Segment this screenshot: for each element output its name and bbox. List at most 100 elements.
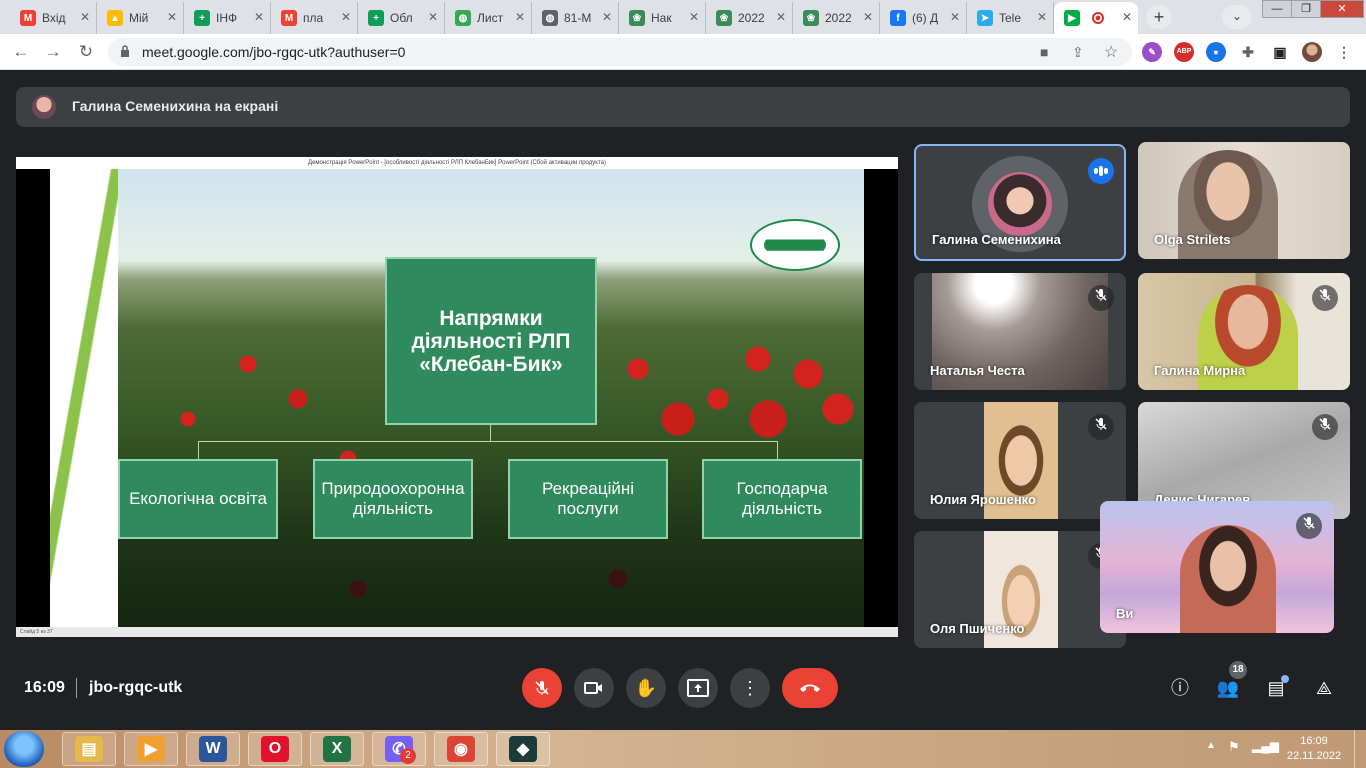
self-view-tile[interactable]: Ви <box>1100 501 1334 633</box>
leave-call-button[interactable] <box>782 668 838 708</box>
more-options-button[interactable]: ⋮ <box>730 668 770 708</box>
close-tab-icon[interactable]: ✕ <box>428 10 438 24</box>
camera-blocked-icon[interactable]: ■ <box>1040 44 1048 60</box>
close-tab-icon[interactable]: ✕ <box>1122 10 1132 24</box>
slide-box-ecology: Екологічна освіта <box>118 459 278 539</box>
taskbar-app-opera[interactable]: O <box>248 732 302 766</box>
new-tab-button[interactable]: + <box>1146 5 1172 29</box>
participant-photo <box>988 172 1052 236</box>
muted-mic-icon <box>1088 285 1114 311</box>
mic-toggle-button[interactable] <box>522 668 562 708</box>
pen-extension-icon[interactable]: ✎ <box>1142 42 1162 62</box>
close-tab-icon[interactable]: ✕ <box>515 10 525 24</box>
participant-tile[interactable]: Юлия Ярошенко <box>914 402 1126 519</box>
side-panel-icon[interactable]: ▣ <box>1270 42 1290 62</box>
camera-toggle-button[interactable] <box>574 668 614 708</box>
url-text[interactable]: meet.google.com/jbo-rgqc-utk?authuser=0 <box>142 44 405 60</box>
close-tab-icon[interactable]: ✕ <box>80 10 90 24</box>
adblock-extension-icon[interactable]: ABP <box>1174 42 1194 62</box>
browser-tab[interactable]: ❀ Нак ✕ <box>619 2 706 34</box>
taskbar-app-viber[interactable]: ✆ <box>372 732 426 766</box>
close-tab-icon[interactable]: ✕ <box>167 10 177 24</box>
tab-label: 2022 <box>825 11 852 25</box>
participant-tile[interactable]: Галина Семенихина <box>914 144 1126 261</box>
minimize-button[interactable]: — <box>1262 0 1292 18</box>
taskbar-app-chrome[interactable]: ◉ <box>434 732 488 766</box>
close-tab-icon[interactable]: ✕ <box>254 10 264 24</box>
muted-mic-icon <box>1312 285 1338 311</box>
close-tab-icon[interactable]: ✕ <box>341 10 351 24</box>
slide-box-economy: Господарча діяльність <box>702 459 862 539</box>
powerpoint-status-bar: Слайд 5 из 37 <box>16 627 898 637</box>
taskbar-app-excel[interactable]: X <box>310 732 364 766</box>
meeting-info-button[interactable]: ⓘ <box>1166 674 1194 702</box>
lock-icon <box>121 45 129 57</box>
network-icon[interactable]: ▂▄▆ <box>1252 739 1279 753</box>
browser-tab[interactable]: ➤ Tele ✕ <box>967 2 1054 34</box>
browser-tab[interactable]: ◍ 81-М ✕ <box>532 2 619 34</box>
forward-arrow-icon[interactable]: → <box>42 41 64 63</box>
close-tab-icon[interactable]: ✕ <box>689 10 699 24</box>
browser-tab[interactable]: M Вхід ✕ <box>10 2 97 34</box>
restore-button[interactable]: ❐ <box>1291 0 1321 18</box>
hand-icon: ✋ <box>634 678 658 698</box>
extensions-puzzle-icon[interactable]: ✚ <box>1238 42 1258 62</box>
share-icon[interactable]: ⇪ <box>1072 44 1084 61</box>
window-close-button[interactable]: ✕ <box>1320 0 1364 18</box>
browser-tab[interactable]: ▲ Мій ✕ <box>97 2 184 34</box>
tab-label: Лист <box>477 11 504 25</box>
tab-favicon: ▲ <box>107 10 123 26</box>
start-button[interactable] <box>4 731 44 767</box>
shared-screen[interactable]: Демонстрація PowerPoint - [особливості д… <box>16 157 898 637</box>
info-icon: ⓘ <box>1171 678 1189 698</box>
chrome-icon: ◉ <box>447 736 475 762</box>
tray-clock[interactable]: 16:09 22.11.2022 <box>1286 734 1342 764</box>
browser-tab[interactable]: ❀ 2022 ✕ <box>793 2 880 34</box>
show-desktop-button[interactable] <box>1354 730 1366 768</box>
flag-icon[interactable]: ⚑ <box>1228 739 1240 755</box>
activities-button[interactable]: ⟁ <box>1310 674 1338 702</box>
close-tab-icon[interactable]: ✕ <box>863 10 873 24</box>
people-count-badge: 18 <box>1229 661 1247 679</box>
speaking-indicator-icon <box>1088 158 1114 184</box>
close-tab-icon[interactable]: ✕ <box>1037 10 1047 24</box>
close-tab-icon[interactable]: ✕ <box>776 10 786 24</box>
present-button[interactable] <box>678 668 718 708</box>
tab-label: пла <box>303 11 324 25</box>
raise-hand-button[interactable]: ✋ <box>626 668 666 708</box>
participant-tile[interactable]: Наталья Честа <box>914 273 1126 390</box>
browser-tab[interactable]: ❀ 2022 ✕ <box>706 2 793 34</box>
slide-box-conservation: Природоохоронна діяльність <box>313 459 473 539</box>
present-screen-icon <box>687 679 709 697</box>
back-arrow-icon[interactable]: ← <box>10 41 32 63</box>
browser-tab[interactable]: + ІНФ ✕ <box>184 2 271 34</box>
taskbar-app-filmora[interactable]: ◆ <box>496 732 550 766</box>
taskbar-app-explorer[interactable]: ▤ <box>62 732 116 766</box>
tray-expand-icon[interactable]: ▲ <box>1206 740 1216 751</box>
reload-icon[interactable]: ↻ <box>75 41 97 63</box>
tab-google-meet[interactable]: ▶ ✕ <box>1054 2 1138 34</box>
close-tab-icon[interactable]: ✕ <box>602 10 612 24</box>
meeting-clock: 16:09 <box>24 679 65 696</box>
slide-box-recreation: Рекреаційні послуги <box>508 459 668 539</box>
filmora-icon: ◆ <box>509 736 537 762</box>
taskbar-app-media[interactable]: ▶ <box>124 732 178 766</box>
participant-tile[interactable]: Галина Мирна <box>1138 273 1350 390</box>
bookmark-star-icon[interactable]: ☆ <box>1104 42 1118 62</box>
browser-tab[interactable]: Mпла ✕ <box>271 2 358 34</box>
participant-tile[interactable]: Olga Strilets <box>1138 142 1350 259</box>
circle-extension-icon[interactable]: ● <box>1206 42 1226 62</box>
browser-tab[interactable]: + Обл ✕ <box>358 2 445 34</box>
browser-menu-icon[interactable]: ⋮ <box>1334 42 1354 62</box>
participant-name: Галина Мирна <box>1154 363 1246 378</box>
tab-search-button[interactable]: ⌄ <box>1222 5 1252 29</box>
taskbar-app-word[interactable]: W <box>186 732 240 766</box>
park-logo <box>750 219 840 271</box>
self-label: Ви <box>1116 606 1134 621</box>
profile-avatar[interactable] <box>1302 42 1322 62</box>
browser-tab[interactable]: f (6) Д ✕ <box>880 2 967 34</box>
participant-tile[interactable]: Оля Пшиченко <box>914 531 1126 648</box>
browser-tab[interactable]: ◍ Лист ✕ <box>445 2 532 34</box>
address-bar[interactable]: meet.google.com/jbo-rgqc-utk?authuser=0 … <box>108 38 1132 66</box>
close-tab-icon[interactable]: ✕ <box>950 10 960 24</box>
